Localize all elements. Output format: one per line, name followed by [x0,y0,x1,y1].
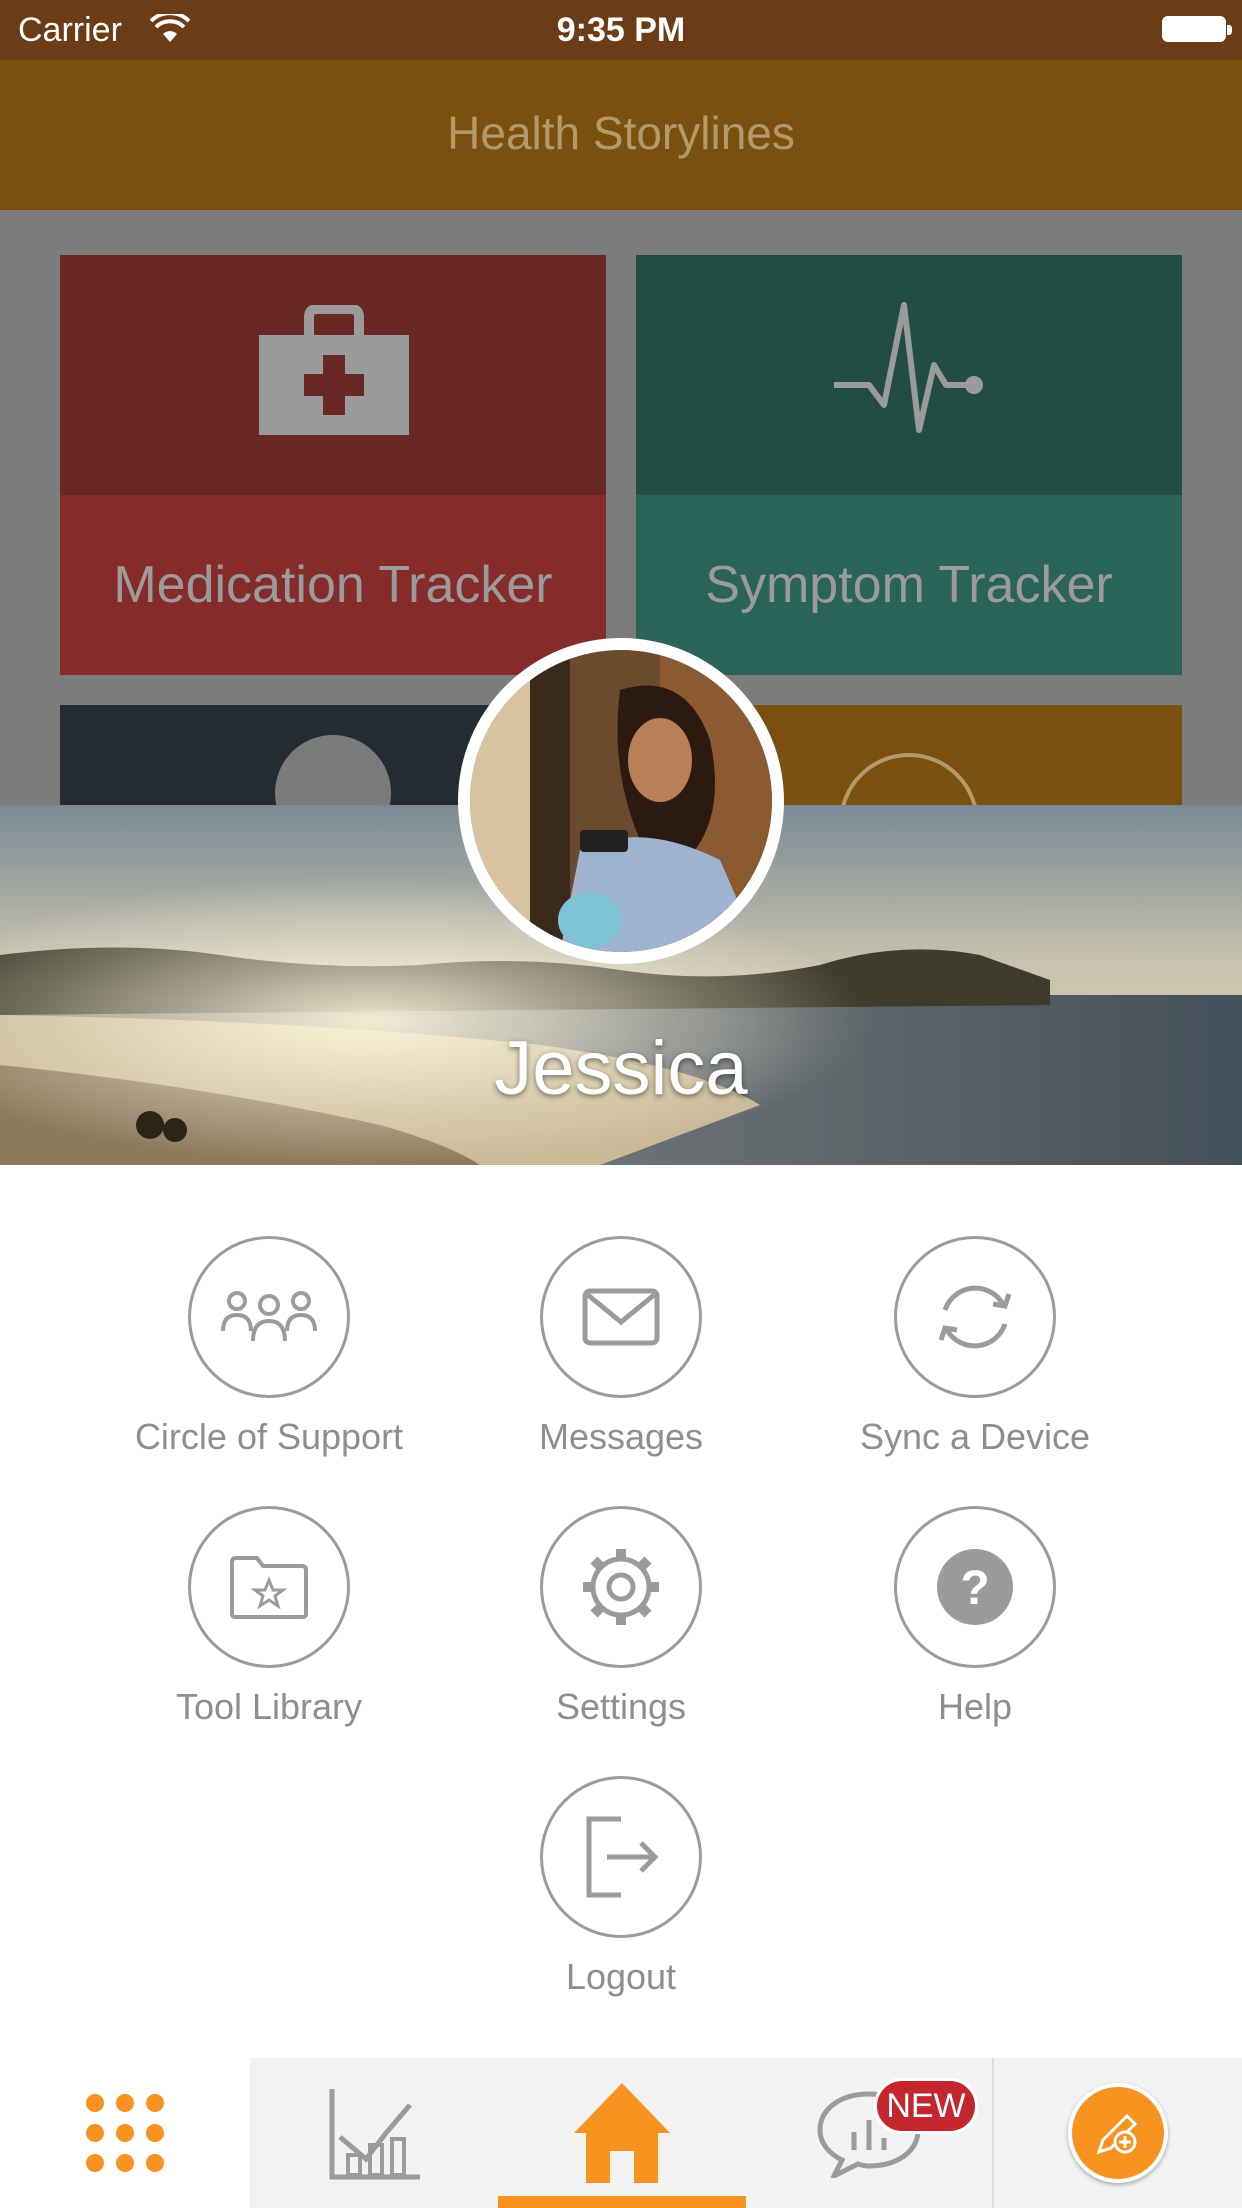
add-note-icon [1096,2113,1138,2155]
tool-library-button[interactable]: Tool Library [92,1506,446,1728]
person-icon [275,735,391,805]
envelope-icon [582,1288,660,1346]
heartbeat-icon [834,302,983,433]
menu-label: Circle of Support [134,1416,404,1457]
home-icon [574,2083,670,2183]
app-header: Health Storylines [0,60,1242,210]
tab-bar: NEW [0,2058,1242,2208]
menu-label: Tool Library [175,1686,363,1727]
menu-label: Help [937,1686,1013,1727]
medical-kit-icon [259,305,409,435]
status-bar: Carrier 9:35 PM [0,0,1242,60]
grid-menu-icon [86,2094,164,2172]
logout-icon [586,1816,659,1898]
profile-name: Jessica [494,1026,748,1111]
question-icon: ? [937,1549,1013,1625]
symptom-tracker-tile[interactable]: Symptom Tracker [636,255,1182,675]
app-title: Health Storylines [447,107,795,159]
gear-icon [583,1549,659,1625]
menu-label: Logout [565,1956,677,1997]
tab-community[interactable]: NEW [746,2058,994,2208]
sync-device-button[interactable]: Sync a Device [798,1236,1152,1458]
sync-icon [938,1285,1012,1349]
tile-header [636,255,1182,495]
menu-label: Sync a Device [859,1416,1091,1457]
avatar-photo [470,650,772,952]
clock-icon [839,753,979,805]
battery-icon [1162,16,1232,42]
help-button[interactable]: ? Help [798,1506,1152,1728]
profile-avatar[interactable] [458,638,784,964]
tile-header [60,255,606,495]
add-note-button[interactable] [1068,2083,1168,2183]
tab-menu[interactable] [0,2058,250,2208]
tab-home[interactable] [498,2058,746,2208]
logout-button[interactable]: Logout [444,1776,798,1998]
menu-label: Messages [538,1416,704,1457]
messages-button[interactable]: Messages [444,1236,798,1458]
selected-tab-indicator [498,2196,746,2208]
tile-label: Symptom Tracker [636,495,1182,675]
circle-of-support-button[interactable]: Circle of Support [92,1236,446,1458]
settings-button[interactable]: Settings [444,1506,798,1728]
tile-label: Medication Tracker [60,495,606,675]
tab-add-entry[interactable] [994,2058,1242,2208]
new-badge: NEW [874,2078,978,2134]
folder-star-icon [230,1556,308,1619]
tab-reports[interactable] [250,2058,498,2208]
svg-text:?: ? [960,1562,989,1615]
people-icon [221,1291,317,1342]
clock: 9:35 PM [556,11,686,49]
chart-icon [329,2089,420,2180]
menu-label: Settings [555,1686,687,1727]
medication-tracker-tile[interactable]: Medication Tracker [60,255,606,675]
